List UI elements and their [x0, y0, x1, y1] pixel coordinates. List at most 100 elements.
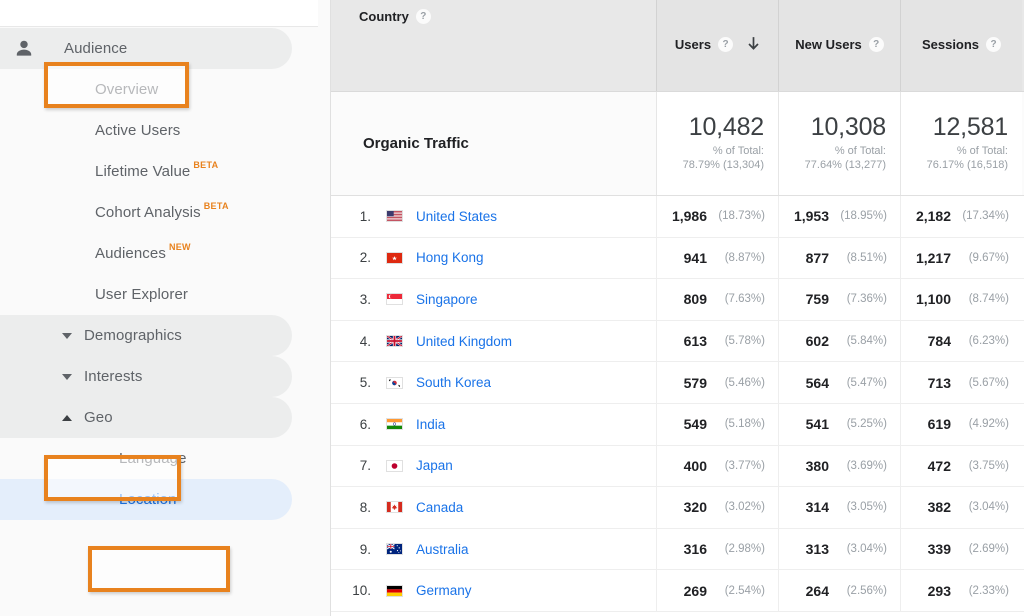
table-body: 1. United States 1,986 (18.73%) 1,953 (18.95%…	[331, 196, 1024, 612]
cell-sessions-percent: (8.74%)	[968, 293, 1009, 306]
cell-users-value: 316	[683, 541, 707, 558]
cell-new-users: 1,953 (18.95%)	[778, 196, 900, 237]
cell-new-users-value: 877	[805, 249, 829, 266]
summary-users-of-total-value: 78.79% (13,304)	[682, 159, 764, 172]
cell-sessions: 472 (3.75%)	[900, 445, 1022, 487]
country-link[interactable]: Canada	[416, 500, 463, 515]
help-icon-users[interactable]: ?	[718, 37, 734, 52]
cell-sessions-percent: (4.92%)	[968, 418, 1009, 431]
sidebar-item-interests[interactable]: Interests	[0, 356, 330, 397]
country-link[interactable]: Germany	[416, 583, 472, 598]
summary-new-users-of-total-label: % of Total:	[834, 144, 886, 157]
cell-sessions-value: 382	[927, 499, 951, 516]
table-summary-row: Organic Traffic 10,482 % of Total: 78.79%…	[331, 92, 1024, 196]
column-header-new-users-label: New Users	[795, 37, 862, 52]
sidebar-item-lifetime-value[interactable]: Lifetime Value BETA	[0, 151, 330, 192]
row-rank: 6.	[359, 416, 371, 432]
sidebar-top-divider	[0, 0, 318, 27]
cell-new-users: 313 (3.04%)	[778, 528, 900, 570]
cell-sessions-percent: (2.69%)	[968, 543, 1009, 556]
country-link[interactable]: Australia	[416, 542, 469, 557]
cell-users-value: 400	[683, 457, 707, 474]
country-link[interactable]: South Korea	[416, 375, 491, 390]
country-link[interactable]: Japan	[416, 458, 453, 473]
sidebar-item-language[interactable]: Language	[0, 438, 330, 479]
sidebar-item-audience[interactable]: Audience	[0, 28, 330, 69]
sidebar-item-location[interactable]: Location	[0, 479, 330, 520]
cell-new-users-percent: (3.05%)	[846, 501, 887, 514]
help-icon-country[interactable]: ?	[415, 9, 431, 24]
country-link[interactable]: Hong Kong	[416, 250, 484, 265]
row-rank: 4.	[359, 333, 371, 349]
column-header-users[interactable]: Users ?	[656, 0, 778, 91]
country-link[interactable]: India	[416, 417, 445, 432]
help-icon-sessions[interactable]: ?	[986, 37, 1002, 52]
cell-new-users-percent: (3.04%)	[846, 543, 887, 556]
cell-sessions: 1,217 (9.67%)	[900, 237, 1022, 279]
cell-new-users-percent: (8.51%)	[846, 251, 887, 264]
cell-users: 613 (5.78%)	[656, 320, 778, 362]
cell-sessions-value: 1,217	[915, 249, 951, 266]
sidebar-item-user-explorer[interactable]: User Explorer	[0, 274, 330, 315]
chevron-down-icon[interactable]	[62, 373, 72, 380]
cell-new-users: 541 (5.25%)	[778, 403, 900, 445]
summary-label: Organic Traffic	[363, 135, 469, 152]
chevron-down-icon[interactable]	[62, 332, 72, 339]
cell-new-users-value: 313	[805, 541, 829, 558]
country-link[interactable]: Singapore	[416, 292, 478, 307]
cell-sessions-percent: (5.67%)	[968, 376, 1009, 389]
cell-users-percent: (18.73%)	[718, 210, 765, 223]
column-header-sessions[interactable]: Sessions ?	[900, 0, 1022, 91]
cell-new-users: 264 (2.56%)	[778, 570, 900, 611]
summary-sessions-of-total: % of Total: 76.17% (16,518)	[927, 144, 1008, 173]
sidebar-item-label: Interests	[84, 368, 143, 385]
column-header-country[interactable]: Country ?	[331, 0, 656, 91]
summary-cell-sessions: 12,581 % of Total: 76.17% (16,518)	[900, 92, 1022, 195]
cell-sessions-percent: (6.23%)	[968, 335, 1009, 348]
chevron-up-icon[interactable]	[62, 414, 72, 421]
cell-new-users-value: 314	[805, 499, 829, 516]
help-icon-new-users[interactable]: ?	[868, 37, 884, 52]
sidebar-item-geo[interactable]: Geo	[0, 397, 330, 438]
flag-gb-icon	[386, 335, 403, 348]
cell-sessions: 2,182 (17.34%)	[900, 196, 1022, 237]
sidebar-item-audiences[interactable]: Audiences NEW	[0, 233, 330, 274]
cell-users-percent: (2.98%)	[724, 543, 765, 556]
cell-sessions-value: 784	[927, 333, 951, 350]
sidebar-item-overview[interactable]: Overview	[0, 69, 330, 110]
sidebar-item-label: Overview	[95, 81, 159, 98]
sidebar-item-label: Language	[119, 450, 187, 467]
summary-cell-users: 10,482 % of Total: 78.79% (13,304)	[656, 92, 778, 195]
cell-new-users-percent: (2.56%)	[846, 584, 887, 597]
sidebar-item-demographics[interactable]: Demographics	[0, 315, 330, 356]
sidebar-item-background	[0, 28, 292, 69]
summary-users-of-total-label: % of Total:	[712, 144, 764, 157]
country-link[interactable]: United Kingdom	[416, 334, 512, 349]
cell-users-value: 320	[683, 499, 707, 516]
data-table: Country ? Users ? New Users ? Sessions ?	[330, 0, 1024, 616]
cell-users: 269 (2.54%)	[656, 570, 778, 611]
sort-descending-icon[interactable]	[747, 37, 760, 52]
table-row: 3. Singapore 809 (7.63%) 759 (7.36%) 1,100 (8.7…	[331, 279, 1024, 321]
cell-users: 549 (5.18%)	[656, 403, 778, 445]
sidebar-item-cohort-analysis[interactable]: Cohort Analysis BETA	[0, 192, 330, 233]
column-header-users-label: Users	[674, 37, 712, 52]
cell-new-users-value: 264	[805, 582, 829, 599]
summary-sessions-of-total-label: % of Total:	[956, 144, 1008, 157]
cell-sessions: 713 (5.67%)	[900, 362, 1022, 403]
sidebar-item-active-users[interactable]: Active Users	[0, 110, 330, 151]
cell-users-value: 613	[683, 333, 707, 350]
sidebar-item-label: Cohort Analysis	[95, 204, 201, 221]
summary-users-value: 10,482	[688, 113, 764, 142]
flag-in-icon	[386, 418, 403, 431]
cell-users-percent: (5.46%)	[724, 376, 765, 389]
cell-new-users-percent: (5.84%)	[846, 335, 887, 348]
cell-new-users-percent: (7.36%)	[846, 293, 887, 306]
country-link[interactable]: United States	[416, 209, 497, 224]
cell-sessions-value: 472	[927, 457, 951, 474]
cell-users-percent: (3.77%)	[724, 459, 765, 472]
summary-sessions-of-total-value: 76.17% (16,518)	[926, 159, 1008, 172]
sidebar-item-background	[0, 397, 292, 438]
flag-au-icon	[386, 543, 403, 556]
column-header-new-users[interactable]: New Users ?	[778, 0, 900, 91]
